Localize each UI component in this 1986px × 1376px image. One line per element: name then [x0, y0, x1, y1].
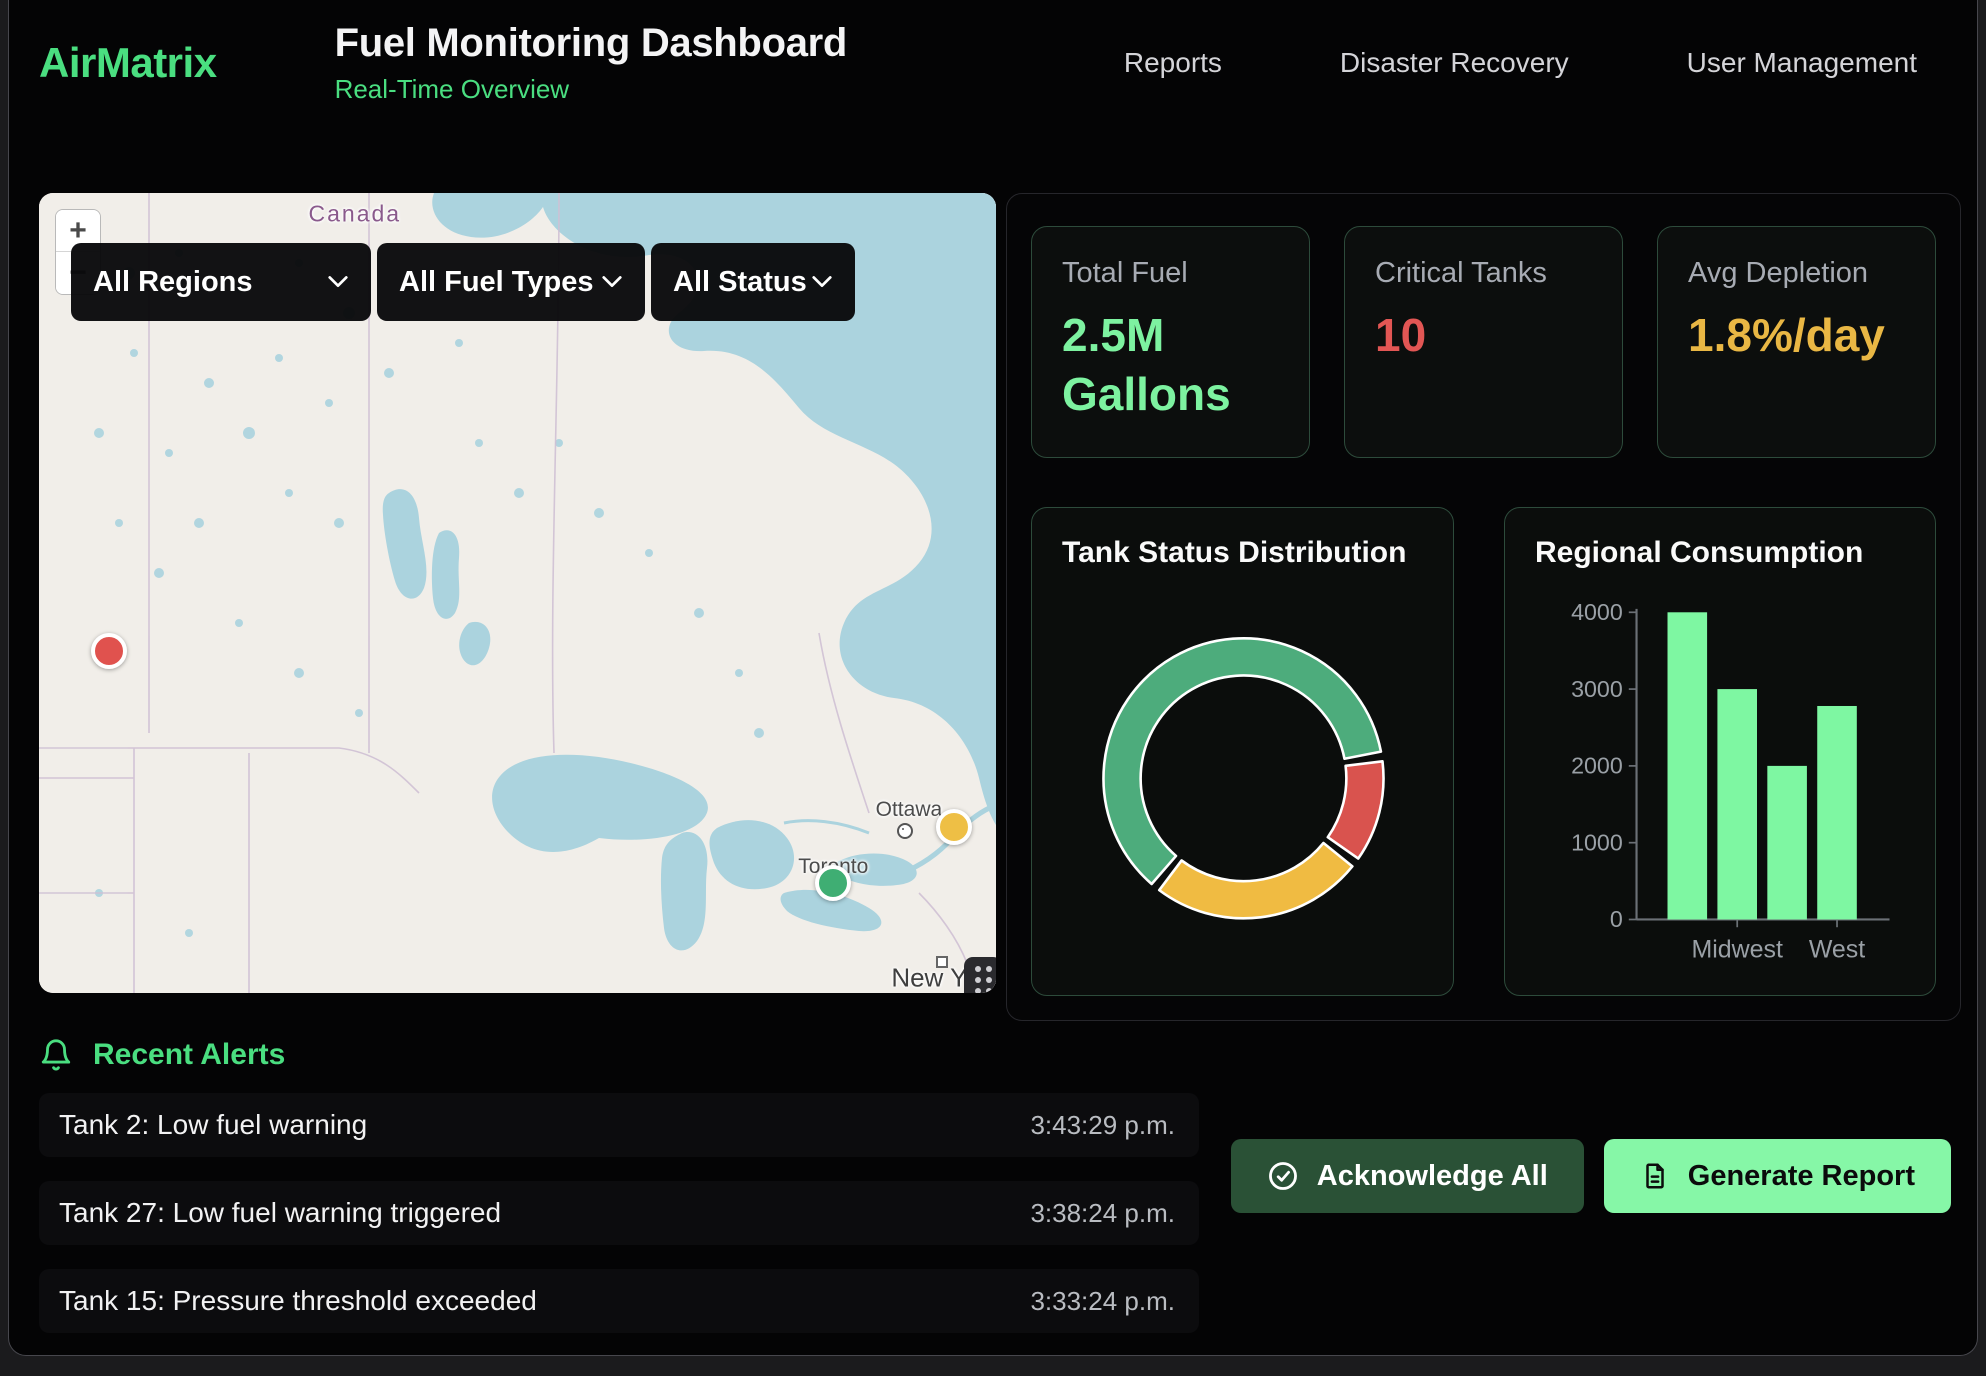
chevron-down-icon — [601, 275, 623, 289]
alert-row: Tank 27: Low fuel warning triggered 3:38:… — [39, 1181, 1199, 1245]
alerts-header: Recent Alerts — [39, 1033, 1951, 1077]
ottawa-city-marker — [897, 823, 913, 839]
alert-message: Tank 15: Pressure threshold exceeded — [59, 1285, 537, 1317]
stat-value: 10 — [1375, 306, 1590, 365]
bar-region-1 — [1668, 612, 1708, 919]
tank-marker-normal[interactable] — [815, 865, 851, 901]
file-text-icon — [1640, 1160, 1670, 1192]
axis-tick-label: 2000 — [1571, 753, 1623, 779]
chevron-down-icon — [811, 275, 833, 289]
status-filter-label: All Status — [673, 266, 807, 299]
map-label-ottawa: Ottawa — [876, 798, 943, 822]
axis-tick-label: 3000 — [1571, 676, 1623, 702]
alert-actions: Acknowledge All Generate Report — [1231, 1139, 1951, 1213]
content-row: CanadaOttawaTorontoNew York + − All Regi… — [9, 126, 1977, 1021]
header: AirMatrix Fuel Monitoring Dashboard Real… — [9, 0, 1977, 126]
stat-card-total-fuel: Total Fuel 2.5M Gallons — [1031, 226, 1310, 458]
donut-segment-normal — [1103, 638, 1380, 884]
alert-message: Tank 27: Low fuel warning triggered — [59, 1197, 501, 1229]
axis-tick-label: 0 — [1610, 906, 1623, 932]
bell-icon — [39, 1037, 73, 1073]
bar-region-3 — [1767, 766, 1807, 920]
brand-logo: AirMatrix — [39, 39, 217, 87]
nav-item-disaster-recovery[interactable]: Disaster Recovery — [1340, 47, 1569, 79]
stat-card-critical-tanks: Critical Tanks 10 — [1344, 226, 1623, 458]
main-nav: Reports Disaster Recovery User Managemen… — [1124, 47, 1917, 79]
axis-tick-label: West — [1809, 935, 1865, 963]
new-york-city-marker — [936, 956, 948, 968]
tank-status-donut-chart — [1062, 574, 1425, 974]
chevron-down-icon — [327, 275, 349, 289]
alert-time: 3:33:24 p.m. — [1030, 1286, 1175, 1317]
tank-marker-warning[interactable] — [936, 809, 972, 845]
tank-status-card: Tank Status Distribution — [1031, 507, 1454, 996]
regional-consumption-bar-chart: 0 1000 2000 3000 4000 Midwest West — [1535, 570, 1905, 985]
axis-tick-label: Midwest — [1691, 935, 1783, 963]
generate-report-label: Generate Report — [1688, 1160, 1915, 1193]
page-title: Fuel Monitoring Dashboard — [335, 21, 847, 66]
nav-item-reports[interactable]: Reports — [1124, 47, 1222, 79]
alert-list: Tank 2: Low fuel warning3:43:29 p.m.Tank… — [39, 1093, 1199, 1333]
bar-midwest — [1717, 689, 1757, 919]
map-label-canada: Canada — [309, 200, 402, 227]
donut-segment-critical — [1328, 761, 1384, 858]
bar-chart-title: Regional Consumption — [1535, 536, 1905, 570]
resize-handle[interactable] — [964, 957, 996, 993]
fuel-type-filter-label: All Fuel Types — [399, 266, 593, 299]
stat-label: Critical Tanks — [1375, 257, 1592, 290]
alert-message: Tank 2: Low fuel warning — [59, 1109, 367, 1141]
charts-row: Tank Status Distribution Regional Consum… — [1031, 507, 1936, 996]
axis-tick-label: 4000 — [1571, 599, 1623, 625]
regional-consumption-card: Regional Consumption 0 1000 2000 3000 4000 Mi… — [1504, 507, 1936, 996]
metrics-panel: Total Fuel 2.5M Gallons Critical Tanks 10 Av… — [1006, 193, 1961, 1021]
generate-report-button[interactable]: Generate Report — [1604, 1139, 1951, 1213]
alert-row: Tank 2: Low fuel warning 3:43:29 p.m. — [39, 1093, 1199, 1157]
alert-row: Tank 15: Pressure threshold exceeded 3:33… — [39, 1269, 1199, 1333]
donut-chart-title: Tank Status Distribution — [1062, 536, 1423, 570]
stat-card-avg-depletion: Avg Depletion 1.8%/​day — [1657, 226, 1936, 458]
app-window: AirMatrix Fuel Monitoring Dashboard Real… — [8, 0, 1978, 1356]
stats-row: Total Fuel 2.5M Gallons Critical Tanks 10 Av… — [1031, 226, 1936, 458]
alert-time: 3:43:29 p.m. — [1030, 1110, 1175, 1141]
status-filter-dropdown[interactable]: All Status — [651, 243, 855, 321]
axis-tick-label: 1000 — [1571, 829, 1623, 855]
map-filters: All Regions All Fuel Types All Status — [71, 243, 855, 321]
nav-item-user-management[interactable]: User Management — [1687, 47, 1917, 79]
stat-label: Total Fuel — [1062, 257, 1279, 290]
region-filter-label: All Regions — [93, 266, 253, 299]
region-filter-dropdown[interactable]: All Regions — [71, 243, 371, 321]
check-circle-icon — [1267, 1160, 1299, 1192]
alerts-title: Recent Alerts — [93, 1038, 285, 1072]
alerts-section: Recent Alerts Tank 2: Low fuel warning 3:… — [9, 1033, 1977, 1333]
map-panel[interactable]: CanadaOttawaTorontoNew York + − All Regi… — [39, 193, 996, 993]
acknowledge-all-label: Acknowledge All — [1317, 1160, 1548, 1193]
page-subtitle: Real-Time Overview — [335, 74, 847, 105]
donut-segment-warning — [1159, 843, 1352, 918]
stat-label: Avg Depletion — [1688, 257, 1905, 290]
alert-time: 3:38:24 p.m. — [1030, 1198, 1175, 1229]
bar-west — [1817, 706, 1857, 919]
fuel-type-filter-dropdown[interactable]: All Fuel Types — [377, 243, 645, 321]
title-block: Fuel Monitoring Dashboard Real-Time Over… — [335, 21, 847, 105]
stat-value: 2.5M Gallons — [1062, 306, 1277, 424]
tank-marker-critical[interactable] — [91, 633, 127, 669]
acknowledge-all-button[interactable]: Acknowledge All — [1231, 1139, 1584, 1213]
stat-value: 1.8%/​day — [1688, 306, 1903, 365]
